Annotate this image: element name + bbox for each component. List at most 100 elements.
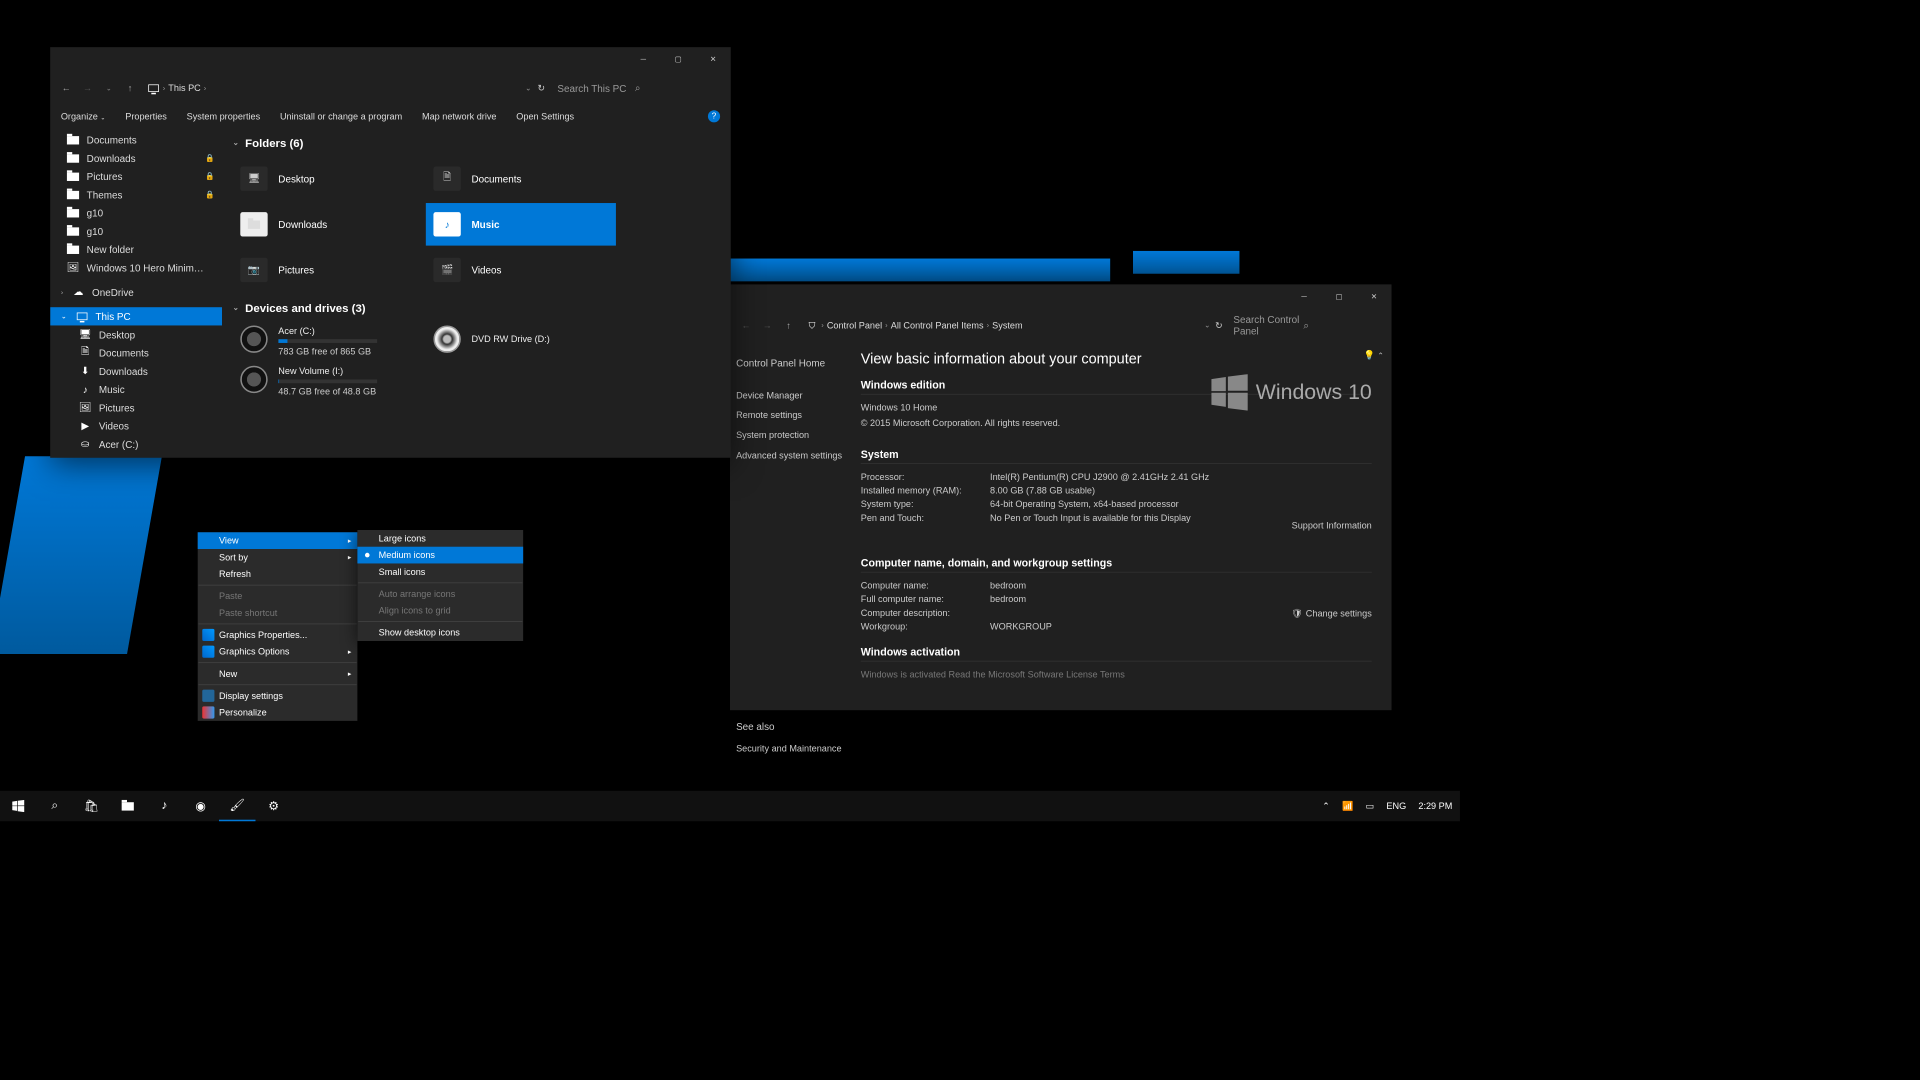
up-button[interactable]: ↑: [780, 317, 797, 334]
nav-link[interactable]: Remote settings: [736, 405, 845, 425]
paint-icon[interactable]: 🖌: [219, 791, 255, 821]
sidebar-item[interactable]: 🗎Documents: [50, 344, 222, 362]
map-drive-button[interactable]: Map network drive: [422, 111, 497, 122]
tips-icon[interactable]: 💡 ⌃: [1364, 350, 1384, 361]
music-app-icon[interactable]: ♪: [146, 791, 182, 821]
drive-tile-dvd[interactable]: DVD RW Drive (D:): [426, 322, 616, 359]
ctx-new[interactable]: New▸: [198, 665, 358, 682]
file-explorer-icon[interactable]: [109, 791, 145, 821]
ctx-personalize[interactable]: Personalize: [198, 704, 358, 721]
browser-icon[interactable]: ◉: [182, 791, 218, 821]
folder-tile-music[interactable]: ♪Music: [426, 203, 616, 246]
sidebar-item-onedrive[interactable]: ›☁OneDrive: [50, 283, 222, 301]
close-button[interactable]: ✕: [696, 47, 731, 71]
ctx-medium-icons[interactable]: Medium icons: [357, 547, 523, 564]
language-indicator[interactable]: ENG: [1386, 801, 1406, 812]
properties-button[interactable]: Properties: [125, 111, 167, 122]
help-button[interactable]: ?: [708, 110, 720, 122]
settings-icon[interactable]: ⚙: [255, 791, 291, 821]
back-button[interactable]: ←: [738, 317, 755, 334]
sidebar-item[interactable]: 🖼Pictures: [50, 398, 222, 416]
address-bar[interactable]: ⛉ › Control Panel › All Control Panel It…: [806, 319, 1200, 331]
minimize-button[interactable]: ─: [1287, 284, 1322, 308]
start-button[interactable]: [0, 791, 36, 821]
ctx-small-icons[interactable]: Small icons: [357, 563, 523, 580]
sidebar-item[interactable]: New folder: [50, 240, 222, 258]
nav-link[interactable]: Device Manager: [736, 385, 845, 405]
store-icon[interactable]: 🛍: [73, 791, 109, 821]
taskbar: ⌕ 🛍 ♪ ◉ 🖌 ⚙ ⌃ 📶 ▭ ENG 2:29 PM: [0, 791, 1460, 821]
ctx-sort-by[interactable]: Sort by▸: [198, 549, 358, 566]
ctx-show-desktop-icons[interactable]: Show desktop icons: [357, 624, 523, 641]
sidebar-item[interactable]: ⛀New Volume (I:): [50, 453, 222, 458]
tray-chevron-icon[interactable]: ⌃: [1322, 801, 1330, 812]
refresh-button[interactable]: ↻: [538, 83, 546, 94]
nav-link[interactable]: System protection: [736, 425, 845, 445]
nav-link[interactable]: Advanced system settings: [736, 445, 845, 465]
sidebar-item[interactable]: ▶Videos: [50, 417, 222, 435]
chevron-down-icon[interactable]: ⌄: [1204, 321, 1210, 329]
clock[interactable]: 2:29 PM: [1418, 801, 1452, 812]
forward-button[interactable]: →: [79, 80, 96, 97]
sidebar-item[interactable]: 🖥Desktop: [50, 325, 222, 343]
folder-icon: [67, 243, 79, 255]
maximize-button[interactable]: ▢: [661, 47, 696, 71]
ctx-large-icons[interactable]: Large icons: [357, 530, 523, 547]
refresh-button[interactable]: ↻: [1215, 320, 1223, 331]
wifi-icon[interactable]: 📶: [1342, 801, 1353, 812]
sidebar-item[interactable]: g10: [50, 204, 222, 222]
folder-tile-videos[interactable]: 🎬Videos: [426, 249, 616, 292]
folder-tile-desktop[interactable]: 🖥Desktop: [233, 157, 423, 200]
close-button[interactable]: ✕: [1357, 284, 1392, 308]
chevron-down-icon: ⌄: [233, 139, 239, 147]
chevron-right-icon: ▸: [348, 536, 351, 544]
action-center-icon[interactable]: ▭: [1366, 801, 1375, 812]
maximize-button[interactable]: ▢: [1322, 284, 1357, 308]
recent-dropdown[interactable]: ⌄: [100, 80, 117, 97]
folder-tile-downloads[interactable]: Downloads: [233, 203, 423, 246]
breadcrumb-location[interactable]: This PC: [168, 83, 200, 94]
minimize-button[interactable]: ─: [626, 47, 661, 71]
folder-tile-pictures[interactable]: 📷Pictures: [233, 249, 423, 292]
sidebar-item[interactable]: 🖼Windows 10 Hero Minimal M: [50, 259, 222, 277]
sidebar-item[interactable]: Pictures🔒: [50, 167, 222, 185]
organize-button[interactable]: Organize ⌄: [61, 111, 106, 122]
address-bar[interactable]: › This PC ›: [148, 82, 521, 94]
back-button[interactable]: ←: [58, 80, 75, 97]
ctx-refresh[interactable]: Refresh: [198, 566, 358, 583]
nav-link[interactable]: Security and Maintenance: [736, 738, 845, 758]
ctx-view[interactable]: View▸: [198, 532, 358, 549]
activation-text: Windows is activated Read the Microsoft …: [861, 669, 1372, 680]
sidebar-item[interactable]: Themes🔒: [50, 186, 222, 204]
up-button[interactable]: ↑: [122, 80, 139, 97]
open-settings-button[interactable]: Open Settings: [516, 111, 574, 122]
control-panel-home-link[interactable]: Control Panel Home: [736, 353, 845, 375]
sidebar-item[interactable]: Downloads🔒: [50, 149, 222, 167]
system-sidebar: Control Panel Home Device Manager Remote…: [730, 342, 852, 734]
ctx-graphics-options[interactable]: Graphics Options▸: [198, 643, 358, 660]
explorer-titlebar: ─ ▢ ✕: [50, 47, 731, 71]
change-settings-link[interactable]: 🛡Change settings: [1291, 608, 1372, 619]
sidebar-item[interactable]: Documents: [50, 131, 222, 149]
forward-button[interactable]: →: [759, 317, 776, 334]
chevron-right-icon: ▸: [348, 553, 351, 561]
sidebar-item[interactable]: ♪Music: [50, 380, 222, 398]
chevron-down-icon[interactable]: ⌄: [525, 84, 531, 92]
system-properties-button[interactable]: System properties: [187, 111, 261, 122]
search-input[interactable]: Search This PC ⌕: [551, 78, 718, 99]
sidebar-item[interactable]: g10: [50, 222, 222, 240]
drives-header[interactable]: ⌄Devices and drives (3): [233, 302, 720, 315]
sidebar-item[interactable]: ⬇Downloads: [50, 362, 222, 380]
drive-tile-c[interactable]: Acer (C:) 783 GB free of 865 GB: [233, 322, 423, 359]
search-button[interactable]: ⌕: [36, 791, 72, 821]
drive-tile-i[interactable]: New Volume (I:) 48.7 GB free of 48.8 GB: [233, 363, 423, 400]
ctx-graphics-properties[interactable]: Graphics Properties...: [198, 627, 358, 644]
ctx-display-settings[interactable]: Display settings: [198, 687, 358, 704]
sidebar-item[interactable]: ⛀Acer (C:): [50, 435, 222, 453]
folder-tile-documents[interactable]: 🗎Documents: [426, 157, 616, 200]
search-input[interactable]: Search Control Panel⌕: [1227, 315, 1379, 336]
support-information-link[interactable]: Support Information: [1292, 520, 1372, 531]
folders-header[interactable]: ⌄Folders (6): [233, 137, 720, 150]
sidebar-item-this-pc[interactable]: ⌄This PC: [50, 307, 222, 325]
uninstall-button[interactable]: Uninstall or change a program: [280, 111, 402, 122]
